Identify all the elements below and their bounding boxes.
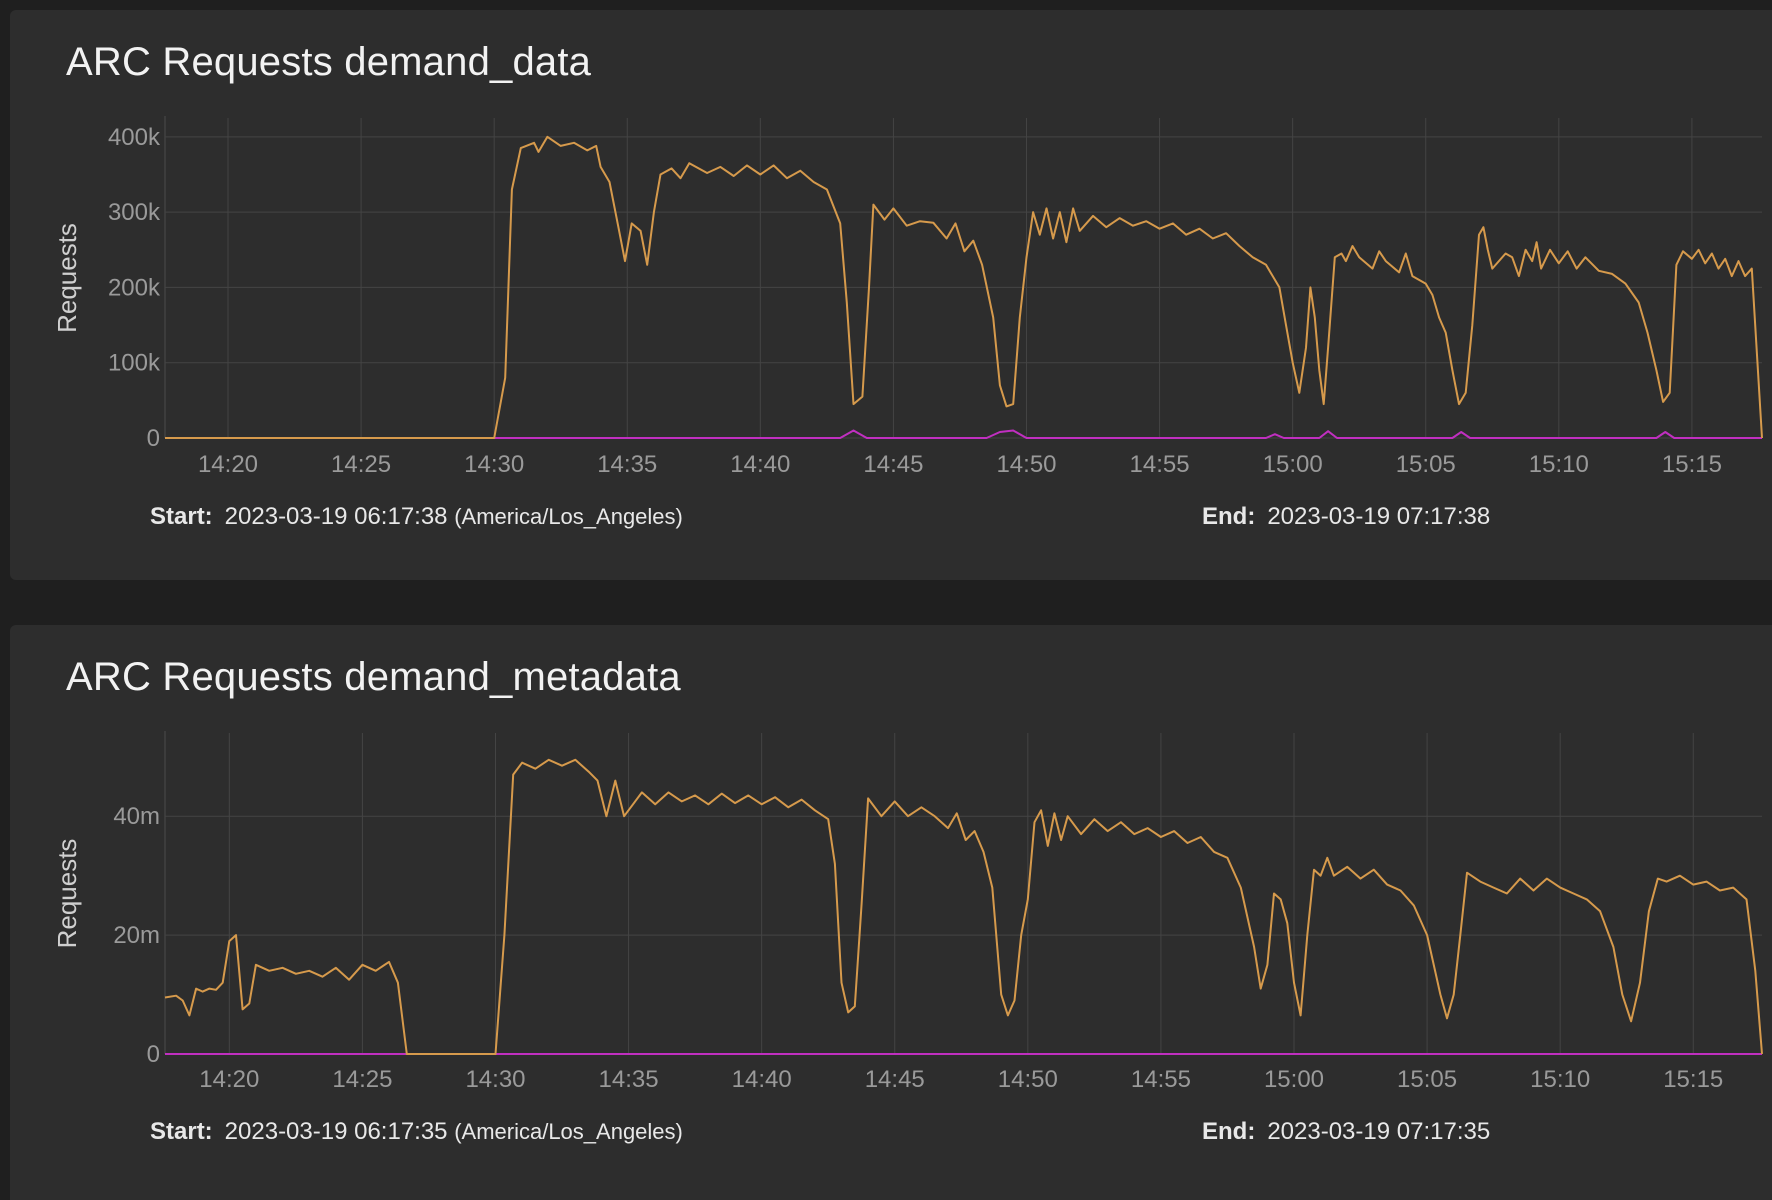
y-tick-label: 200k [108,274,161,301]
start-label: Start: [150,1118,213,1145]
x-tick-label: 14:40 [730,451,790,478]
x-tick-label: 14:35 [597,451,657,478]
start-time: Start: 2023-03-19 06:17:35 (America/Los_A… [150,1118,683,1146]
end-value: 2023-03-19 07:17:38 [1267,503,1491,530]
y-tick-label: 100k [108,350,161,377]
x-tick-label: 15:00 [1264,1066,1324,1093]
y-tick-label: 0 [147,425,160,452]
end-time: End: 2023-03-19 07:17:35 [1202,1118,1490,1146]
end-time: End: 2023-03-19 07:17:38 [1202,503,1490,531]
x-tick-label: 14:25 [331,451,391,478]
x-tick-label: 14:25 [332,1066,392,1093]
x-tick-label: 14:50 [998,1066,1058,1093]
line-chart[interactable]: 14:20 14:25 14:30 14:35 14:40 14:45 14:50 14:55… [10,625,1772,1200]
x-tick-label: 15:10 [1530,1066,1590,1093]
start-time: Start: 2023-03-19 06:17:38 (America/Los_A… [150,503,683,531]
y-tick-label: 20m [113,922,160,949]
x-tick-label: 15:00 [1263,451,1323,478]
y-tick-label: 0 [147,1041,160,1068]
x-tick-label: 14:55 [1130,451,1190,478]
timezone: (America/Los_Angeles) [454,504,683,529]
start-label: Start: [150,503,213,530]
line-chart[interactable]: 14:20 14:25 14:30 14:35 14:40 14:45 14:50 14:55… [10,10,1772,580]
end-value: 2023-03-19 07:17:35 [1267,1118,1491,1145]
y-tick-label: 40m [113,803,160,830]
x-tick-label: 14:40 [732,1066,792,1093]
x-tick-label: 14:45 [863,451,923,478]
y-axis-title: Requests [52,223,82,333]
x-tick-label: 14:20 [198,451,258,478]
start-value: 2023-03-19 06:17:38 [224,503,448,530]
x-tick-label: 15:10 [1529,451,1589,478]
end-label: End: [1202,503,1256,530]
x-tick-label: 15:15 [1662,451,1722,478]
x-tick-label: 14:55 [1131,1066,1191,1093]
x-tick-label: 14:35 [599,1066,659,1093]
series-line[interactable] [165,429,1762,439]
x-tick-label: 15:05 [1397,1066,1457,1093]
chart-panel-demand-data: ARC Requests demand_data 14:20 14:25 14:30… [10,10,1772,580]
x-tick-label: 14:45 [865,1066,925,1093]
x-tick-label: 14:50 [996,451,1056,478]
y-tick-label: 300k [108,199,161,226]
y-axis-title: Requests [52,839,82,949]
x-tick-label: 15:15 [1663,1066,1723,1093]
x-tick-label: 14:30 [464,451,524,478]
chart-panel-demand-metadata: ARC Requests demand_metadata 14:20 14:25 1… [10,625,1772,1200]
x-tick-label: 14:30 [465,1066,525,1093]
x-tick-label: 15:05 [1396,451,1456,478]
timezone: (America/Los_Angeles) [454,1119,683,1144]
end-label: End: [1202,1118,1256,1145]
x-tick-label: 14:20 [199,1066,259,1093]
series-line[interactable] [164,758,1763,1055]
y-tick-label: 400k [108,124,161,151]
start-value: 2023-03-19 06:17:35 [224,1118,448,1145]
